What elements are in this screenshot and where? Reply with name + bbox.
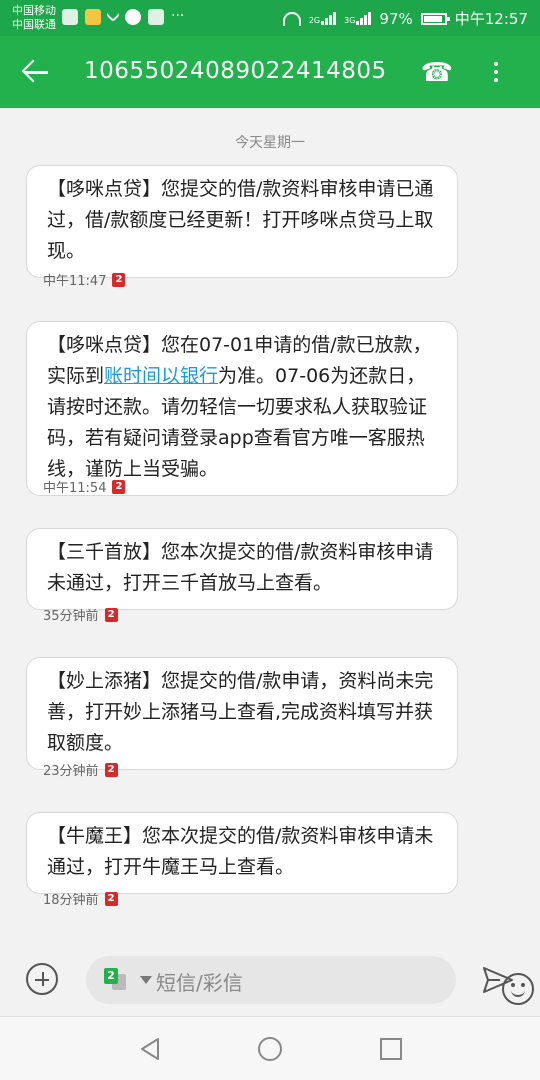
conversation-header: 10655024089022414805 ☎	[0, 36, 540, 108]
message-meta: 23分钟前 2	[43, 760, 118, 779]
message-bubble[interactable]: 【妙上添猪】您提交的借/款申请，资料尚未完善，打开妙上添猪马上查看,完成资料填写…	[26, 657, 458, 770]
message-text: 【妙上添猪】您提交的借/款申请，资料尚未完善，打开妙上添猪马上查看,完成资料填写…	[47, 670, 434, 754]
missed-call-icon	[62, 9, 78, 25]
phone-call-icon[interactable]: ☎	[420, 56, 454, 90]
sender-number: 10655024089022414805	[84, 58, 387, 84]
battery-percent: 97%	[379, 9, 413, 28]
more-notifications-icon: ···	[171, 8, 185, 24]
app-store-icon	[148, 9, 164, 25]
wifi-icon	[282, 11, 301, 26]
more-menu-icon[interactable]	[484, 54, 508, 90]
send-icon[interactable]	[482, 966, 514, 994]
notification-icons: ···	[62, 7, 185, 25]
status-bar: 中国移动 中国联通 ··· 2G 3G 97% 中午12:57	[0, 0, 540, 36]
message-meta: 中午11:54 2	[43, 477, 126, 496]
message-bubble[interactable]: 【哆咪点贷】您在07-01申请的借/款已放款，实际到账时间以银行为准。07-06…	[26, 321, 458, 496]
sim-card-icon: 2	[104, 762, 118, 777]
navigation-bar	[0, 1016, 540, 1080]
app-notification-icon	[85, 9, 101, 25]
sim-card-icon: 2	[112, 479, 126, 494]
carrier-labels: 中国移动 中国联通	[12, 4, 56, 32]
carrier-1: 中国移动	[12, 4, 56, 17]
signal-icon-2: 3G	[344, 12, 372, 25]
nav-home-icon[interactable]	[258, 1037, 282, 1061]
carrier-2: 中国联通	[12, 18, 56, 31]
message-meta: 35分钟前 2	[43, 605, 118, 624]
network-type-2: 3G	[344, 16, 356, 25]
message-time: 18分钟前	[43, 893, 99, 908]
sim-selector[interactable]: 2	[104, 968, 132, 992]
network-type-1: 2G	[308, 16, 321, 25]
message-bubble[interactable]: 【牛魔王】您本次提交的借/款资料审核申请未通过，打开牛魔王马上查看。	[26, 812, 458, 894]
message-text: 【哆咪点贷】您提交的借/款资料审核申请已通过，借/款额度已经更新！打开哆咪点贷马…	[47, 178, 434, 262]
wechat-icon	[125, 9, 141, 25]
system-indicators: 2G 3G 97% 中午12:57	[282, 8, 528, 29]
message-text: 【三千首放】您本次提交的借/款资料审核申请未通过，打开三千首放马上查看。	[47, 541, 434, 594]
message-placeholder: 短信/彩信	[156, 971, 243, 995]
add-attachment-icon[interactable]	[26, 963, 58, 995]
message-link[interactable]: 账时间以银行	[104, 365, 218, 387]
message-meta: 18分钟前 2	[43, 889, 118, 908]
sim-card-icon: 2	[104, 607, 118, 622]
download-icon	[105, 7, 121, 23]
message-text: 【牛魔王】您本次提交的借/款资料审核申请未通过，打开牛魔王马上查看。	[47, 825, 434, 878]
nav-back-icon[interactable]	[138, 1037, 162, 1061]
message-time: 中午11:54	[43, 481, 107, 496]
signal-icon-1: 2G	[308, 12, 337, 25]
back-arrow-icon[interactable]	[18, 54, 54, 90]
compose-bar: 2 短信/彩信	[0, 946, 540, 1016]
battery-icon	[420, 12, 450, 25]
nav-recent-apps-icon[interactable]	[380, 1038, 402, 1060]
message-bubble[interactable]: 【三千首放】您本次提交的借/款资料审核申请未通过，打开三千首放马上查看。	[26, 528, 458, 610]
sim-card-icon: 2	[112, 272, 126, 287]
message-time: 23分钟前	[43, 764, 99, 779]
message-time: 35分钟前	[43, 609, 99, 624]
message-bubble[interactable]: 【哆咪点贷】您提交的借/款资料审核申请已通过，借/款额度已经更新！打开哆咪点贷马…	[26, 165, 458, 278]
clock: 中午12:57	[454, 10, 528, 28]
sim-card-icon: 2	[104, 891, 118, 906]
message-input[interactable]: 2 短信/彩信	[86, 956, 534, 1005]
selected-sim: 2	[104, 968, 118, 984]
dropdown-caret-icon[interactable]	[140, 976, 152, 984]
message-meta: 中午11:47 2	[43, 270, 126, 289]
date-separator: 今天星期一	[235, 135, 305, 151]
message-time: 中午11:47	[43, 274, 107, 289]
